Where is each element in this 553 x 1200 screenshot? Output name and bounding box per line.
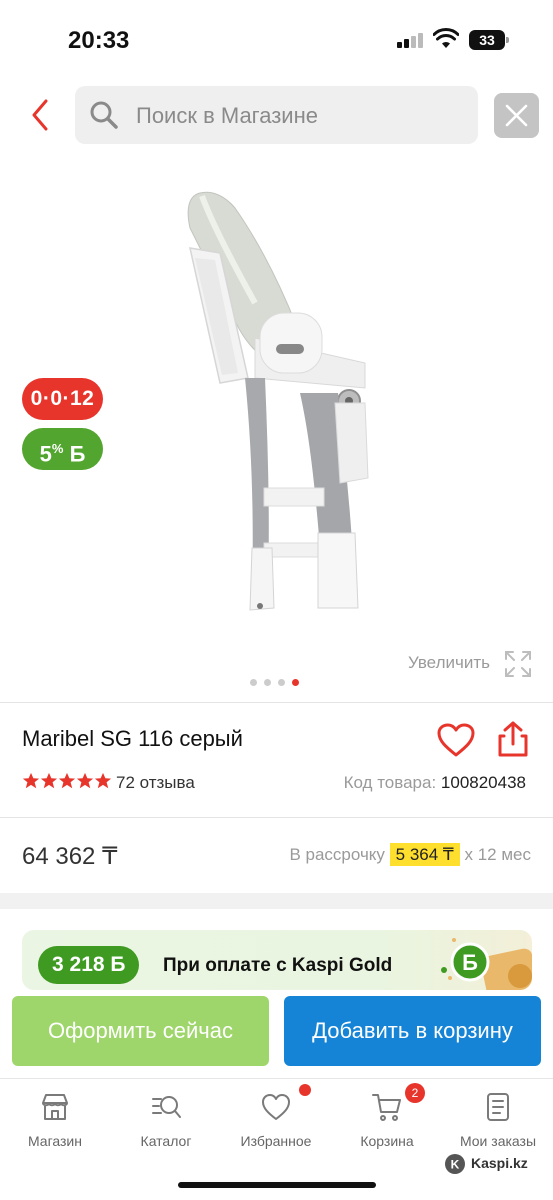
kaspi-logo-icon: K	[445, 1154, 465, 1174]
star-icon	[94, 772, 112, 789]
divider	[0, 817, 553, 818]
favorite-heart-icon[interactable]	[436, 722, 476, 758]
reviews-link[interactable]: 72 отзыва	[116, 773, 195, 793]
kaspi-bonus-icon: Б	[441, 938, 532, 990]
search-icon	[90, 101, 118, 129]
battery-indicator: 33	[469, 30, 509, 50]
cellular-signal-icon	[397, 32, 425, 48]
installment-info[interactable]: В рассрочку 5 364 ₸ х 12 мес	[289, 843, 532, 866]
search-placeholder: Поиск в Магазине	[136, 103, 318, 128]
bonus-symbol: Б	[69, 441, 86, 467]
zoom-label: Увеличить	[408, 653, 490, 672]
installment-term: х 12 мес	[464, 845, 532, 864]
cart-icon	[372, 1094, 401, 1121]
promo-text: При оплате с Kaspi Gold	[163, 955, 393, 976]
wifi-icon	[433, 28, 459, 48]
tab-favorites[interactable]: Избранное	[226, 1091, 326, 1149]
heart-icon	[262, 1094, 290, 1120]
tab-label: Мои заказы	[459, 1133, 537, 1149]
status-time: 20:33	[68, 27, 130, 54]
star-icon	[22, 772, 40, 789]
bonus-percent: 5	[39, 441, 52, 467]
star-icon	[58, 772, 76, 789]
product-image[interactable]	[160, 188, 400, 618]
buy-now-button[interactable]: Оформить сейчас	[12, 996, 269, 1066]
section-separator	[0, 893, 553, 909]
gallery-dot[interactable]	[264, 679, 271, 686]
sku-label: Код товара:	[343, 773, 437, 792]
close-button[interactable]	[494, 93, 539, 138]
tab-orders[interactable]: Мои заказы	[448, 1091, 548, 1149]
close-icon	[505, 104, 528, 127]
tab-catalog[interactable]: Каталог	[116, 1091, 216, 1149]
cart-count-badge: 2	[405, 1083, 425, 1103]
star-icon	[40, 772, 58, 789]
gallery-pagination	[250, 673, 306, 686]
gallery-dot-active[interactable]	[292, 679, 299, 686]
product-price: 64 362 ₸	[22, 843, 118, 870]
tab-label: Каталог	[140, 1133, 192, 1149]
tab-store[interactable]: Магазин	[5, 1091, 105, 1149]
share-icon[interactable]	[496, 720, 530, 758]
store-icon	[42, 1094, 68, 1120]
credit-badge: 0·0·12	[22, 378, 103, 420]
tab-label: Избранное	[240, 1133, 312, 1149]
zoom-button[interactable]: Увеличить	[408, 651, 531, 677]
watermark-text: Kaspi.kz	[471, 1155, 528, 1171]
bonus-percent-sign: %	[51, 441, 64, 456]
search-input[interactable]: Поиск в Магазине	[75, 86, 478, 144]
installment-label: В рассрочку	[289, 845, 385, 864]
tab-label: Корзина	[360, 1133, 414, 1149]
rating-stars	[22, 772, 112, 792]
divider	[0, 702, 553, 703]
gallery-dot[interactable]	[250, 679, 257, 686]
orders-icon	[487, 1093, 509, 1121]
gallery-dot[interactable]	[278, 679, 285, 686]
bonus-badge: 5% Б	[22, 428, 103, 470]
kaspi-watermark: K Kaspi.kz	[444, 1153, 528, 1175]
favorites-notification-dot	[299, 1084, 311, 1096]
promo-bonus-amount: 3 218 Б	[38, 946, 140, 984]
product-code: Код товара: 100820438	[344, 773, 526, 793]
back-arrow-icon[interactable]	[24, 95, 58, 135]
tab-label: Магазин	[27, 1133, 82, 1149]
sku-value: 100820438	[440, 773, 526, 792]
star-icon	[76, 772, 94, 789]
status-bar: 20:33 33	[0, 0, 553, 80]
kaspi-gold-promo[interactable]: 3 218 Б При оплате с Kaspi Gold Б	[22, 930, 532, 990]
svg-text:K: K	[451, 1158, 460, 1172]
product-title: Maribel SG 116 серый	[22, 726, 243, 751]
home-indicator[interactable]	[178, 1182, 376, 1188]
add-to-cart-button[interactable]: Добавить в корзину	[284, 996, 541, 1066]
expand-icon	[505, 651, 531, 677]
installment-amount: 5 364 ₸	[389, 843, 460, 866]
svg-text:Б: Б	[462, 950, 478, 975]
catalog-icon	[152, 1096, 181, 1118]
